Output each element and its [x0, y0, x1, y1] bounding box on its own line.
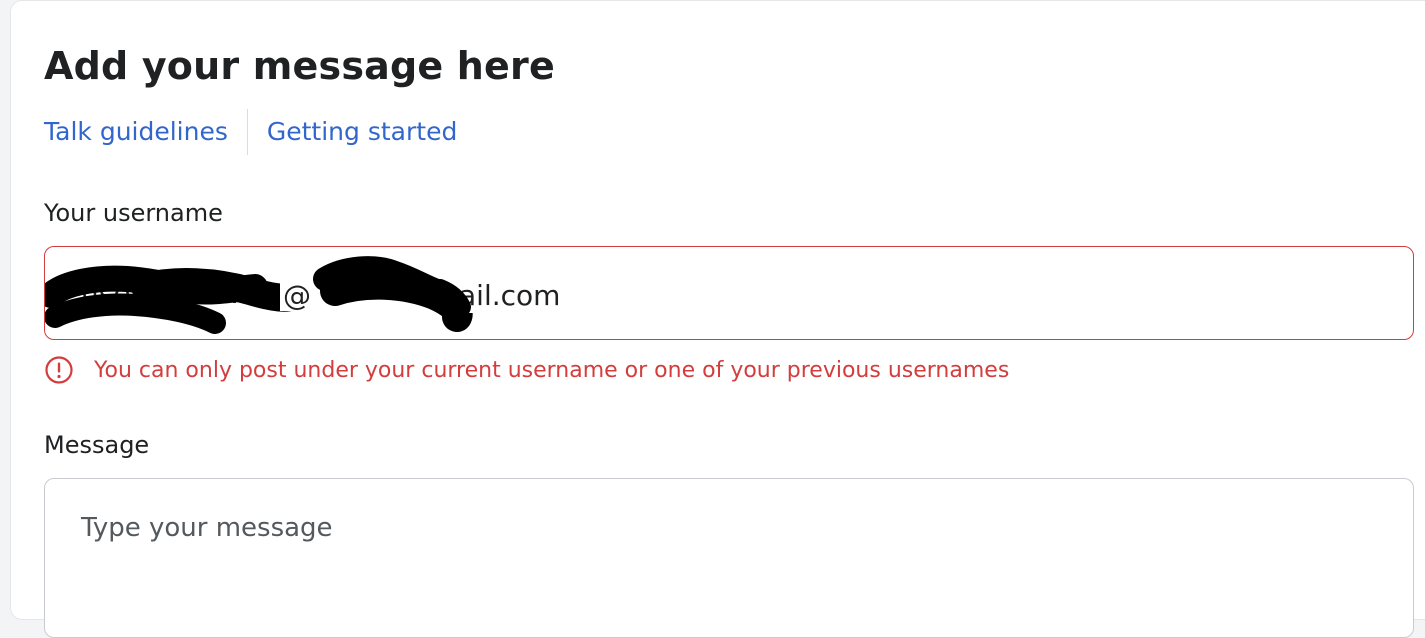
getting-started-link[interactable]: Getting started [267, 108, 457, 156]
page-title: Add your message here [44, 44, 555, 88]
username-error-text: You can only post under your current use… [94, 357, 1010, 383]
username-input[interactable] [45, 247, 1413, 339]
help-links: Talk guidelines Getting started [44, 108, 457, 156]
username-field-wrapper: @ ail.com [44, 246, 1414, 340]
message-label: Message [44, 431, 150, 459]
message-textarea[interactable] [45, 479, 1413, 637]
message-field-wrapper [44, 478, 1414, 638]
username-label: Your username [44, 199, 223, 227]
link-divider [246, 109, 248, 155]
talk-guidelines-link[interactable]: Talk guidelines [44, 108, 228, 156]
error-circle-icon [45, 356, 73, 384]
username-error: You can only post under your current use… [44, 352, 1009, 388]
